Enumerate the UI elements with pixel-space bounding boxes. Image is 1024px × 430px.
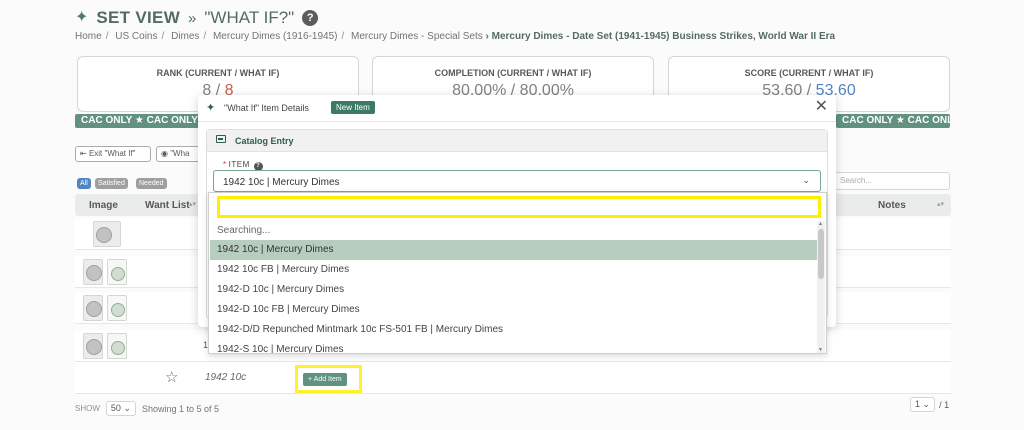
item-label-text: ITEM — [228, 160, 250, 169]
catalog-entry-header: Catalog Entry — [207, 130, 827, 152]
chevron-down-icon[interactable]: ⌄ — [802, 175, 810, 186]
dropdown-option[interactable]: 1942-D/D Repunched Mintmark 10c FS-501 F… — [210, 320, 818, 340]
scroll-down-icon[interactable]: ▼ — [818, 347, 823, 353]
item-select[interactable]: 1942 10c | Mercury Dimes ⌄ — [213, 170, 821, 192]
sparkle-icon: ✦ — [206, 102, 216, 114]
dropdown-option[interactable]: 1942-D 10c | Mercury Dimes — [210, 280, 818, 300]
new-item-badge: New Item — [331, 101, 375, 114]
searching-text: Searching... — [217, 225, 271, 236]
modal-title: "What If" Item Details — [224, 103, 309, 113]
dropdown-scrollbar[interactable]: ▲ ▼ — [817, 221, 825, 353]
item-dropdown: Searching... 1942 10c | Mercury Dimes 19… — [208, 192, 827, 354]
scrollbar-thumb[interactable] — [818, 229, 824, 279]
item-select-value: 1942 10c | Mercury Dimes — [223, 177, 340, 188]
dropdown-option[interactable]: 1942-S 10c | Mercury Dimes — [210, 340, 818, 353]
modal-header: ✦ "What If" Item Details New Item ✕ — [198, 95, 836, 122]
catalog-icon — [216, 135, 226, 143]
dropdown-option[interactable]: 1942 10c FB | Mercury Dimes — [210, 260, 818, 280]
dropdown-option[interactable]: 1942 10c | Mercury Dimes — [210, 240, 818, 260]
dropdown-option[interactable]: 1942-D 10c FB | Mercury Dimes — [210, 300, 818, 320]
scroll-up-icon[interactable]: ▲ — [818, 221, 823, 227]
close-icon[interactable]: ✕ — [815, 99, 828, 115]
dropdown-search-input[interactable] — [217, 196, 821, 218]
catalog-entry-title: Catalog Entry — [235, 136, 294, 146]
required-marker: * — [223, 160, 227, 169]
